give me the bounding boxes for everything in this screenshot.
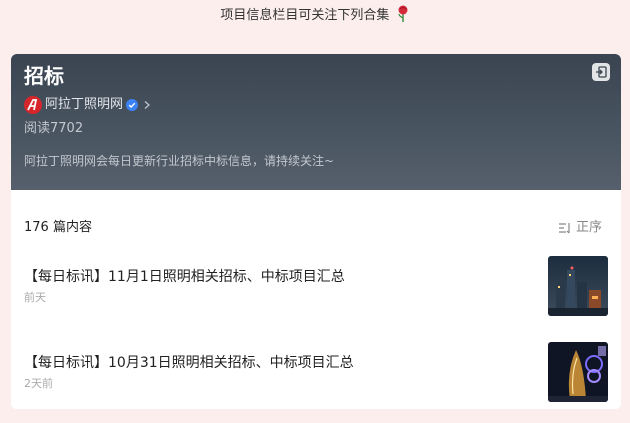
rose-icon: [397, 5, 408, 22]
article-thumbnail: [548, 256, 608, 316]
collection-title: 招标: [24, 64, 64, 88]
account-logo-icon: [24, 96, 42, 114]
article-time: 前天: [24, 291, 46, 304]
collection-header: 招标 阿拉丁照明网 阅读7702 阿拉丁照明网会每日更新行业招标中标信息，请持续…: [11, 54, 621, 190]
article-time: 2天前: [24, 377, 53, 390]
article-thumbnail: [548, 342, 608, 402]
read-count: 阅读7702: [24, 121, 84, 136]
verified-icon: [126, 99, 139, 111]
intro-text: 项目信息栏目可关注下列合集: [220, 8, 390, 23]
article-count: 176 篇内容: [24, 220, 92, 235]
account-name: 阿拉丁照明网: [45, 97, 124, 112]
collection-card: 招标 阿拉丁照明网 阅读7702 阿拉丁照明网会每日更新行业招标中标信息，请持续…: [11, 54, 621, 409]
sort-button[interactable]: 正序: [558, 219, 602, 237]
article-title: 【每日标讯】10月31日照明相关招标、中标项目汇总: [24, 355, 354, 371]
intro-text-row: 项目信息栏目可关注下列合集: [0, 5, 630, 25]
account-link[interactable]: 阿拉丁照明网: [24, 96, 152, 114]
sort-label: 正序: [576, 220, 603, 235]
article-list: 176 篇内容 正序 【每日标讯】11月1日照明相关招标、中标项目汇总 前天 【…: [11, 190, 621, 409]
collection-description: 阿拉丁照明网会每日更新行业招标中标信息，请持续关注~: [24, 154, 335, 168]
exit-icon: [596, 66, 607, 78]
exit-button[interactable]: [592, 63, 610, 81]
chevron-right-icon: [144, 101, 150, 109]
sort-icon: [559, 223, 570, 234]
article-title: 【每日标讯】11月1日照明相关招标、中标项目汇总: [24, 269, 345, 285]
